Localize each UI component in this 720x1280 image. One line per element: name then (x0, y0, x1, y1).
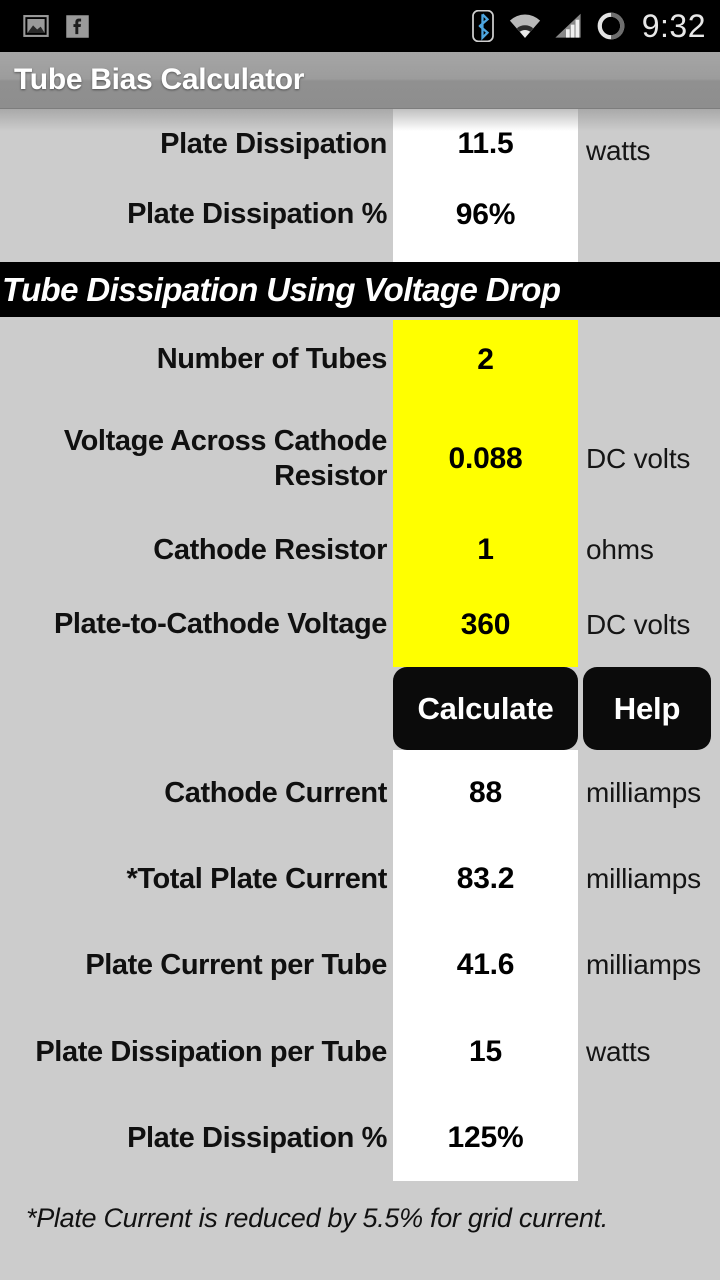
row-label: Voltage Across Cathode Resistor (63, 425, 388, 492)
action-bar: Tube Bias Calculator (0, 52, 720, 109)
plate-to-cathode-voltage-input[interactable]: 360 (393, 608, 578, 642)
cathode-current-value: 88 (469, 776, 502, 810)
row-unit: milliamps (586, 777, 701, 809)
row-label: Cathode Resistor (153, 533, 387, 566)
scroll-content[interactable]: Plate Dissipation 11.5 watts Plate Dissi… (0, 109, 720, 1280)
inputs-section: Number of Tubes 2 Voltage Across Cathode… (0, 317, 720, 667)
calculate-button[interactable]: Calculate (393, 667, 578, 750)
plate-current-per-tube-value: 41.6 (456, 948, 515, 982)
table-row: Plate Dissipation per Tube 15 watts (0, 1009, 720, 1095)
status-bar-right-icons: 9:32 (470, 8, 706, 45)
row-label: Plate Dissipation % (127, 198, 387, 231)
row-unit: milliamps (586, 949, 701, 981)
row-label: Plate Current per Tube (85, 949, 387, 982)
voltage-across-cathode-resistor-input[interactable]: 0.088 (393, 442, 578, 476)
row-unit: DC volts (586, 442, 691, 474)
row-label: Plate Dissipation per Tube (35, 1035, 387, 1068)
table-row: Cathode Current 88 milliamps (0, 750, 720, 836)
table-row: Plate-to-Cathode Voltage 360 DC volts (0, 585, 720, 664)
row-label: Number of Tubes (156, 343, 388, 376)
table-row: Plate Current per Tube 41.6 milliamps (0, 922, 720, 1008)
previous-section-partial-rows: Plate Dissipation 11.5 watts Plate Dissi… (0, 109, 720, 262)
row-label: Cathode Current (164, 776, 387, 809)
results-section: Cathode Current 88 milliamps *Total Plat… (0, 750, 720, 1181)
row-label: Plate Dissipation % (127, 1121, 387, 1154)
button-row: Calculate Help (0, 667, 720, 750)
table-row: Plate Dissipation % 125% (0, 1095, 720, 1181)
status-bar: 9:32 (0, 0, 720, 52)
row-label: *Total Plate Current (126, 863, 387, 896)
table-row: Plate Dissipation % 96% (0, 167, 720, 262)
app-title: Tube Bias Calculator (14, 63, 305, 96)
table-row: *Total Plate Current 83.2 milliamps (0, 836, 720, 922)
row-unit: watts (586, 1035, 651, 1067)
row-unit: DC volts (586, 608, 691, 640)
status-bar-left-icons (22, 12, 470, 40)
cellular-signal-icon (554, 12, 584, 40)
facebook-icon (64, 13, 91, 40)
plate-dissipation-percent-value: 125% (447, 1120, 524, 1154)
table-row: Voltage Across Cathode Resistor 0.088 DC… (0, 402, 720, 515)
footnote-text: *Plate Current is reduced by 5.5% for gr… (26, 1203, 608, 1233)
table-row: Plate Dissipation 11.5 watts (0, 109, 720, 167)
table-row: Number of Tubes 2 (0, 317, 720, 402)
plate-dissipation-per-tube-value: 15 (469, 1034, 502, 1068)
bluetooth-icon (470, 10, 496, 42)
total-plate-current-value: 83.2 (456, 862, 515, 896)
table-row: Cathode Resistor 1 ohms (0, 515, 720, 585)
row-unit: watts (586, 135, 651, 166)
section-header-banner: Tube Dissipation Using Voltage Drop (0, 262, 720, 317)
section-header-title: Tube Dissipation Using Voltage Drop (2, 270, 561, 308)
row-label: Plate-to-Cathode Voltage (53, 608, 387, 641)
row-unit: ohms (586, 534, 654, 565)
wifi-icon (508, 12, 542, 40)
row-label: Plate Dissipation (160, 127, 387, 160)
screenshot-image-icon (22, 12, 50, 40)
row-value: 11.5 (457, 127, 514, 160)
help-button[interactable]: Help (583, 667, 711, 750)
number-of-tubes-input[interactable]: 2 (393, 343, 578, 377)
row-unit: milliamps (586, 863, 701, 895)
cathode-resistor-input[interactable]: 1 (393, 533, 578, 567)
battery-icon (596, 11, 626, 41)
row-value: 96% (455, 197, 516, 231)
status-bar-clock: 9:32 (641, 7, 706, 44)
